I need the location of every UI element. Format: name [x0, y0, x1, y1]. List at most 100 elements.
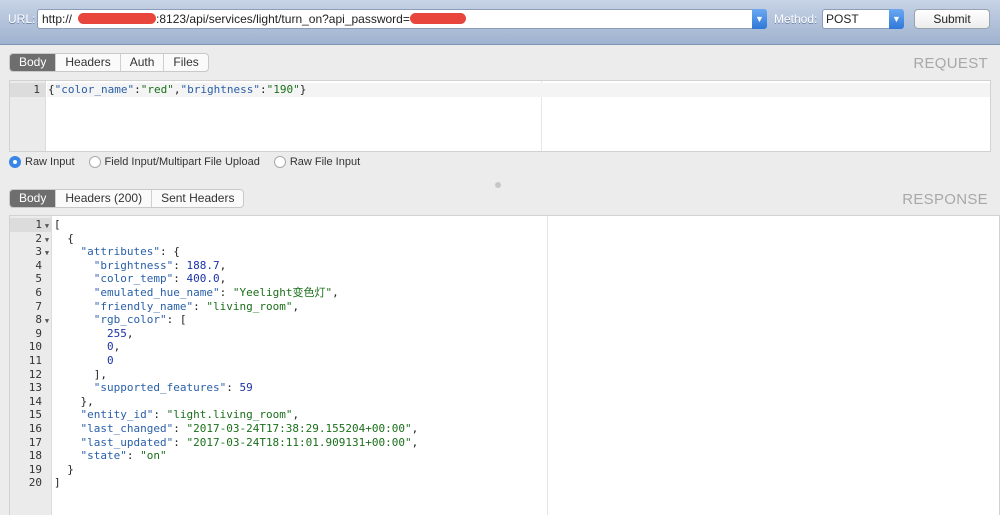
request-tab-body[interactable]: Body	[10, 54, 57, 71]
request-title: REQUEST	[913, 55, 988, 72]
code-line: 0,	[106, 340, 121, 354]
line-number-text: 9	[35, 326, 42, 340]
line-number: 1	[10, 83, 46, 97]
line-number-text: 19	[28, 462, 42, 476]
code-line: "supported_features": 59	[93, 381, 253, 395]
code-line: "last_updated": "2017-03-24T18:11:01.909…	[80, 435, 419, 449]
radio-label: Field Input/Multipart File Upload	[104, 156, 260, 168]
line-number-text: 11	[28, 354, 42, 367]
code-line: [	[54, 218, 61, 231]
request-body-editor[interactable]: 1 {"color_name":"red","brightness":"190"}	[9, 80, 991, 152]
code-line: 255,	[106, 326, 134, 340]
line-number-text: 8	[35, 313, 42, 327]
line-number: 12	[10, 368, 52, 382]
line-number-text: 6	[35, 286, 42, 299]
redacted-host	[78, 13, 157, 24]
line-number-text: 12	[28, 367, 42, 381]
url-history-dropdown[interactable]: ▼	[752, 9, 767, 29]
request-tabs: Body Headers Auth Files	[9, 53, 209, 72]
line-number: 15	[10, 408, 52, 422]
url-label: URL:	[8, 12, 36, 26]
code-line: {	[54, 231, 74, 245]
line-number: 4	[10, 259, 52, 273]
method-select[interactable]: POST	[822, 9, 892, 29]
method-dropdown[interactable]: ▼	[889, 9, 904, 29]
url-path: :8123/api/services/light/turn_on?api_pas…	[156, 12, 410, 26]
line-number: 9	[10, 327, 52, 341]
line-number-text: 20	[28, 476, 42, 490]
chevron-down-icon: ▼	[755, 14, 764, 24]
code-line: ],	[54, 367, 107, 381]
code-line: "state": "on"	[80, 449, 167, 463]
input-mode-group: Raw Input Field Input/Multipart File Upl…	[9, 156, 374, 168]
line-number: 16	[10, 422, 52, 436]
radio-label: Raw File Input	[289, 156, 361, 168]
chevron-down-icon: ▼	[892, 14, 901, 24]
radio-unselected-icon	[273, 156, 286, 168]
line-number: 3 ▼	[10, 245, 52, 259]
print-margin	[547, 216, 548, 515]
line-number-text: 1	[33, 83, 40, 96]
line-number: 1 ▼	[10, 218, 52, 232]
line-number: 13	[10, 381, 52, 395]
url-prefix: http://	[42, 12, 73, 26]
response-tabs: Body Headers (200) Sent Headers	[9, 189, 245, 208]
radio-selected-icon	[9, 156, 21, 168]
radio-raw-input[interactable]: Raw Input	[9, 156, 75, 168]
response-tab-body[interactable]: Body	[10, 190, 57, 207]
line-number: 20	[10, 476, 52, 490]
line-number-text: 14	[28, 394, 42, 408]
radio-field-input[interactable]: Field Input/Multipart File Upload	[88, 156, 260, 168]
line-number-text: 2	[35, 231, 42, 245]
line-number-text: 16	[28, 422, 42, 435]
response-tab-sent-headers[interactable]: Sent Headers	[152, 190, 243, 207]
pane-splitter-handle[interactable]	[495, 182, 501, 188]
code-line: "friendly_name": "living_room",	[93, 299, 300, 313]
line-number: 17	[10, 436, 52, 450]
code-line: },	[54, 394, 94, 408]
line-number-text: 13	[28, 381, 42, 395]
redacted-password	[409, 13, 466, 24]
request-tab-auth[interactable]: Auth	[121, 54, 165, 71]
request-tab-files[interactable]: Files	[164, 54, 207, 71]
code-line: "entity_id": "light.living_room",	[80, 408, 300, 422]
response-tab-headers[interactable]: Headers (200)	[56, 190, 153, 207]
line-number-text: 10	[28, 340, 42, 354]
response-title: RESPONSE	[902, 191, 988, 208]
line-number-text: 3	[35, 245, 42, 259]
code-line: "emulated_hue_name": "Yeelight变色灯",	[93, 286, 339, 299]
code-line: 0	[106, 354, 114, 367]
line-number-text: 15	[28, 408, 42, 422]
line-number: 5	[10, 272, 52, 286]
line-number: 8 ▼	[10, 313, 52, 327]
code-line: "attributes": {	[80, 245, 180, 259]
code-line: "brightness": 188.7,	[93, 258, 227, 272]
line-number-text: 17	[28, 435, 42, 449]
request-tab-headers[interactable]: Headers	[56, 54, 121, 71]
code-line: {"color_name":"red","brightness":"190"}	[48, 83, 307, 96]
line-number: 19	[10, 463, 52, 477]
radio-raw-file-input[interactable]: Raw File Input	[273, 156, 361, 168]
code-line: "last_changed": "2017-03-24T17:38:29.155…	[80, 422, 419, 435]
top-toolbar: URL: http:// :8123/api/services/light/tur…	[0, 0, 1000, 45]
line-number: 18	[10, 449, 52, 463]
line-number-text: 7	[35, 299, 42, 313]
line-number-text: 1	[35, 218, 42, 231]
url-input[interactable]: http:// :8123/api/services/light/turn_on?…	[37, 9, 767, 29]
line-number: 10	[10, 340, 52, 354]
line-number: 7	[10, 300, 52, 314]
line-number-text: 18	[28, 449, 42, 463]
line-number: 6	[10, 286, 52, 300]
method-label: Method:	[774, 12, 818, 26]
code-line: ]	[54, 476, 61, 490]
line-number: 2 ▼	[10, 232, 52, 246]
code-line: }	[54, 462, 74, 476]
code-line: "color_temp": 400.0,	[93, 272, 227, 286]
radio-label: Raw Input	[25, 156, 75, 168]
line-number-text: 4	[35, 258, 42, 272]
submit-button[interactable]: Submit	[914, 9, 990, 29]
response-body-viewer[interactable]: 1 ▼[2 ▼ {3 ▼ "attributes": { 4 "brightness":…	[9, 215, 1000, 515]
code-line: "rgb_color": [	[93, 313, 187, 327]
line-number-text: 5	[35, 272, 42, 286]
line-number: 14	[10, 395, 52, 409]
